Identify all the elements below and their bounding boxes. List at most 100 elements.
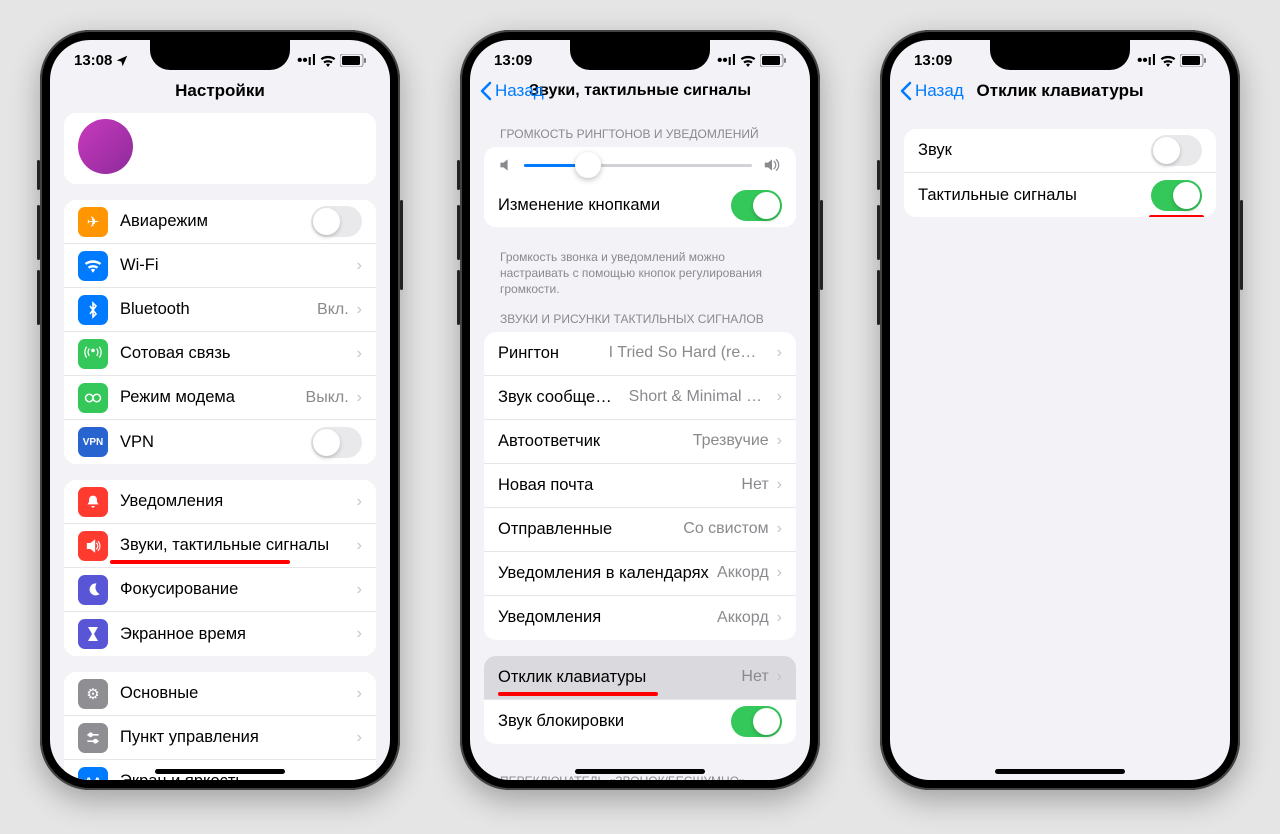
chevron-icon: › [777,609,782,627]
notch [150,40,290,70]
nav-bar: Назад Отклик клавиатуры [890,73,1230,113]
chevron-icon: › [357,773,362,781]
row-sent-mail[interactable]: ОтправленныеСо свистом› [484,508,796,552]
back-button[interactable]: Назад [900,81,964,101]
lock-sound-toggle[interactable] [731,706,782,737]
chevron-left-icon [900,81,912,101]
highlight-underline [110,560,290,564]
airplane-icon: ✈ [78,207,108,237]
signal-icon: ••ıl [297,52,316,69]
sound-toggle[interactable] [1151,135,1202,166]
back-button[interactable]: Назад [480,81,544,101]
row-calendar-alerts[interactable]: Уведомления в календаряхАккорд› [484,552,796,596]
chevron-icon: › [777,344,782,362]
nav-bar: Назад Звуки, тактильные сигналы [470,73,810,113]
speaker-icon [78,531,108,561]
chevron-icon: › [357,729,362,747]
sliders-icon [78,723,108,753]
phone-sounds: 13:09 ••ıl Назад Звуки, тактильные сигна… [460,30,820,790]
row-change-with-buttons[interactable]: Изменение кнопками [484,183,796,227]
highlight-underline [498,692,658,696]
change-buttons-toggle[interactable] [731,190,782,221]
chevron-icon: › [777,668,782,686]
moon-icon [78,575,108,605]
chevron-icon: › [357,301,362,319]
status-time: 13:09 [494,52,532,69]
keyboard-feedback-content[interactable]: Звук Тактильные сигналы [890,113,1230,780]
battery-icon [760,54,786,67]
patterns-group: РингтонI Tried So Hard (remix 2021)› Зву… [484,332,796,640]
wifi-icon [1160,55,1176,67]
row-vpn[interactable]: VPN VPN [64,420,376,464]
wifi-icon [78,251,108,281]
chevron-icon: › [777,476,782,494]
row-reminder-alerts[interactable]: УведомленияАккорд› [484,596,796,640]
chevron-icon: › [357,537,362,555]
row-new-mail[interactable]: Новая почтаНет› [484,464,796,508]
battery-icon [340,54,366,67]
chevron-left-icon [480,81,492,101]
chevron-icon: › [357,389,362,407]
home-indicator[interactable] [995,769,1125,774]
volume-header: ГРОМКОСТЬ РИНГТОНОВ И УВЕДОМЛЕНИЙ [470,113,810,147]
haptics-toggle[interactable] [1151,180,1202,211]
chevron-icon: › [777,564,782,582]
row-sound[interactable]: Звук [904,129,1216,173]
row-cellular[interactable]: Сотовая связь › [64,332,376,376]
airplane-toggle[interactable] [311,206,362,237]
row-text-tone[interactable]: Звук сообщенияShort & Minimal Busine…› [484,376,796,420]
status-time: 13:09 [914,52,952,69]
wifi-icon [320,55,336,67]
gear-icon: ⚙ [78,679,108,709]
chevron-icon: › [777,432,782,450]
volume-footer: Громкость звонка и уведомлений можно нас… [470,243,810,298]
sounds-content[interactable]: ГРОМКОСТЬ РИНГТОНОВ И УВЕДОМЛЕНИЙ Измене… [470,113,810,780]
chevron-icon: › [357,345,362,363]
page-title: Настройки [50,81,390,101]
speaker-low-icon [498,157,514,173]
row-bluetooth[interactable]: Bluetooth Вкл. › [64,288,376,332]
chevron-icon: › [357,257,362,275]
chevron-icon: › [777,388,782,406]
row-keyboard-feedback[interactable]: Отклик клавиатуры Нет › [484,656,796,700]
row-lock-sound[interactable]: Звук блокировки [484,700,796,744]
notch [570,40,710,70]
row-voicemail[interactable]: АвтоответчикТрезвучие› [484,420,796,464]
row-ringtone[interactable]: РингтонI Tried So Hard (remix 2021)› [484,332,796,376]
connectivity-group: ✈ Авиарежим Wi-Fi › Bluetooth Вкл. › [64,200,376,464]
phone-keyboard-feedback: 13:09 ••ıl Назад Отклик клавиатуры Звук [880,30,1240,790]
speaker-high-icon [762,157,782,173]
row-airplane[interactable]: ✈ Авиарежим [64,200,376,244]
home-indicator[interactable] [155,769,285,774]
notch [990,40,1130,70]
row-screentime[interactable]: Экранное время › [64,612,376,656]
chevron-icon: › [357,625,362,643]
chevron-icon: › [357,493,362,511]
status-time: 13:08 [74,52,112,69]
row-wifi[interactable]: Wi-Fi › [64,244,376,288]
general-group: ⚙ Основные › Пункт управления › AA Экран… [64,672,376,780]
settings-content[interactable]: ✈ Авиарежим Wi-Fi › Bluetooth Вкл. › [50,113,390,780]
hotspot-icon [78,383,108,413]
location-icon [115,54,129,68]
row-control-center[interactable]: Пункт управления › [64,716,376,760]
row-hotspot[interactable]: Режим модема Выкл. › [64,376,376,420]
keyboard-lock-group: Отклик клавиатуры Нет › Звук блокировки [484,656,796,744]
patterns-header: ЗВУКИ И РИСУНКИ ТАКТИЛЬНЫХ СИГНАЛОВ [470,298,810,332]
bluetooth-icon [78,295,108,325]
phone-settings-root: 13:08 ••ıl Настройки ✈ Авиарежим [40,30,400,790]
vpn-toggle[interactable] [311,427,362,458]
row-general[interactable]: ⚙ Основные › [64,672,376,716]
vpn-icon: VPN [78,427,108,457]
row-focus[interactable]: Фокусирование › [64,568,376,612]
nav-bar: Настройки [50,73,390,113]
home-indicator[interactable] [575,769,705,774]
chevron-icon: › [777,520,782,538]
row-haptics[interactable]: Тактильные сигналы [904,173,1216,217]
signal-icon: ••ıl [717,52,736,69]
keyboard-feedback-group: Звук Тактильные сигналы [904,129,1216,217]
row-sounds[interactable]: Звуки, тактильные сигналы › [64,524,376,568]
row-notifications[interactable]: Уведомления › [64,480,376,524]
volume-slider[interactable] [484,147,796,183]
profile-avatar[interactable] [78,119,133,174]
